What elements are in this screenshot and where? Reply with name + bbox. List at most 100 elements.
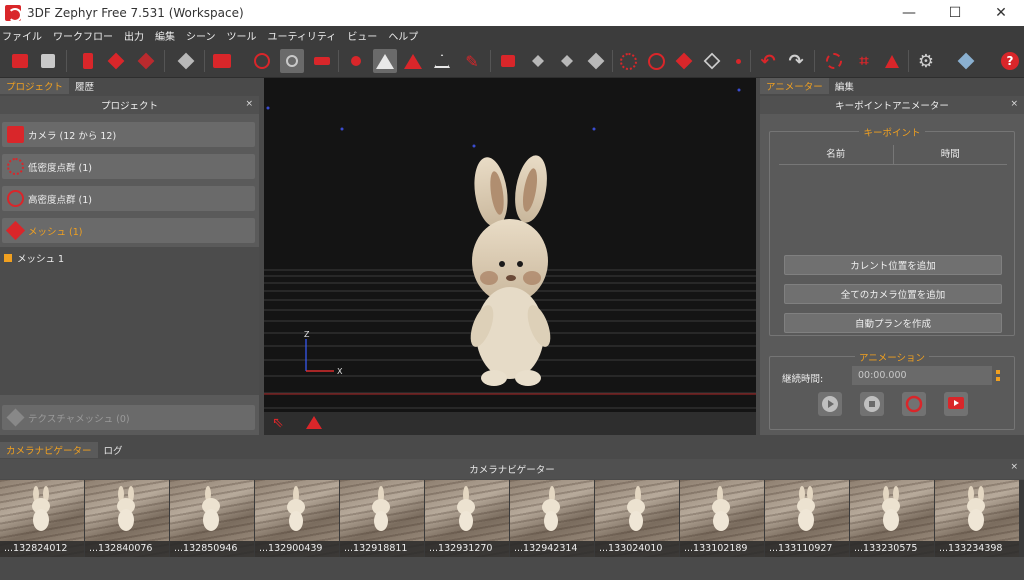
group-icon[interactable] xyxy=(584,49,608,73)
fly-icon[interactable] xyxy=(310,49,334,73)
tab-log[interactable]: ログ xyxy=(98,442,129,458)
3d-viewport[interactable]: Z X xyxy=(264,78,756,412)
camera-thumbnail[interactable]: ...132918811 xyxy=(340,480,424,557)
duration-input[interactable]: 00:00.000 xyxy=(852,366,992,385)
measure-icon[interactable] xyxy=(880,49,904,73)
brush-icon[interactable]: ✎ xyxy=(460,49,484,73)
record-video-button[interactable] xyxy=(944,392,968,416)
thumbnail-label: ...132931270 xyxy=(425,541,509,557)
menu-help[interactable]: ヘルプ xyxy=(388,28,418,43)
thumbnail-label: ...132840076 xyxy=(85,541,169,557)
column-time[interactable]: 時間 xyxy=(892,145,1008,164)
ruler-icon[interactable] xyxy=(306,416,322,429)
duration-spinner[interactable] xyxy=(996,369,1002,383)
tab-history[interactable]: 履歴 xyxy=(69,78,100,94)
add-all-camera-positions-button[interactable]: 全てのカメラ位置を追加 xyxy=(784,284,1002,304)
tree-item-mesh-1[interactable]: メッシュ 1 xyxy=(4,251,64,265)
menu-edit[interactable]: 編集 xyxy=(155,28,175,43)
save-icon[interactable] xyxy=(36,49,60,73)
tab-edit[interactable]: 編集 xyxy=(829,78,860,94)
camera-thumbnail[interactable]: ...132824012 xyxy=(0,480,84,557)
tab-project[interactable]: プロジェクト xyxy=(0,78,70,94)
wireframe-icon[interactable] xyxy=(430,49,454,73)
camera-thumbnail[interactable]: ...133102189 xyxy=(680,480,764,557)
close-window-button[interactable]: ✕ xyxy=(978,0,1024,26)
keypoint-table-header: 名前 時間 xyxy=(779,145,1007,165)
camera-thumbnail[interactable]: ...132850946 xyxy=(170,480,254,557)
create-auto-plan-button[interactable]: 自動プランを作成 xyxy=(784,313,1002,333)
menu-scene[interactable]: シーン xyxy=(186,28,216,43)
project-item-textured-mesh[interactable]: テクスチャメッシュ (0) xyxy=(2,405,255,430)
point-cloud-icon[interactable] xyxy=(616,49,640,73)
camera-thumbnail[interactable]: ...133110927 xyxy=(765,480,849,557)
menu-utilities[interactable]: ユーティリティ xyxy=(268,28,337,43)
menu-export[interactable]: 出力 xyxy=(124,28,144,43)
project-panel: カメラ (12 から 12) 低密度点群 (1) 高密度点群 (1) メッシュ … xyxy=(0,114,259,435)
bottom-panel-tabs: カメラナビゲーター ログ xyxy=(0,442,129,458)
camera-filter-icon[interactable] xyxy=(526,49,550,73)
orbit-icon[interactable] xyxy=(250,49,274,73)
play-button[interactable] xyxy=(818,392,842,416)
camera-add-icon[interactable] xyxy=(555,49,579,73)
project-item-dense-cloud[interactable]: 高密度点群 (1) xyxy=(2,186,255,211)
menu-workflow[interactable]: ワークフロー xyxy=(53,28,113,43)
menu-file[interactable]: ファイル xyxy=(2,28,42,43)
minimize-button[interactable]: — xyxy=(886,0,932,26)
project-panel-close[interactable]: × xyxy=(245,99,253,109)
menu-view[interactable]: ビュー xyxy=(347,28,377,43)
wire-mesh-icon[interactable] xyxy=(700,49,724,73)
select-arrow-icon[interactable]: ⇖ xyxy=(272,415,284,431)
tab-animator[interactable]: アニメーター xyxy=(760,78,829,94)
menu-tools[interactable]: ツール xyxy=(227,28,257,43)
stop-button[interactable] xyxy=(860,392,884,416)
project-item-cameras[interactable]: カメラ (12 から 12) xyxy=(2,122,255,147)
project-item-mesh[interactable]: メッシュ (1) xyxy=(2,218,255,243)
screenshot-icon[interactable] xyxy=(210,49,234,73)
camera-thumbnail[interactable]: ...133024010 xyxy=(595,480,679,557)
wizard-icon[interactable] xyxy=(76,49,100,73)
texture-cube-icon[interactable] xyxy=(174,49,198,73)
settings-icon[interactable]: ⚙ xyxy=(914,49,938,73)
sparse-cloud-icon xyxy=(7,158,24,175)
camera-thumbnail[interactable]: ...132942314 xyxy=(510,480,594,557)
project-item-sparse-cloud[interactable]: 低密度点群 (1) xyxy=(2,154,255,179)
stop-icon xyxy=(864,396,880,412)
cube-view-icon[interactable] xyxy=(954,49,978,73)
dense-globe-icon[interactable] xyxy=(644,49,668,73)
camera-thumbnail[interactable]: ...132931270 xyxy=(425,480,509,557)
mesh-cube-icon[interactable] xyxy=(104,49,128,73)
tab-camera-navigator[interactable]: カメラナビゲーター xyxy=(0,442,98,458)
camera-thumbnail[interactable]: ...133230575 xyxy=(850,480,934,557)
camera-thumbnail[interactable]: ...132900439 xyxy=(255,480,339,557)
open-project-icon[interactable] xyxy=(8,49,32,73)
column-name[interactable]: 名前 xyxy=(779,145,893,164)
maximize-button[interactable]: ☐ xyxy=(932,0,978,26)
undo-icon[interactable]: ↶ xyxy=(756,49,780,73)
camera-navigator-close[interactable]: × xyxy=(1010,462,1018,472)
transform-icon[interactable] xyxy=(822,49,846,73)
help-icon[interactable]: ? xyxy=(998,49,1022,73)
video-camera-icon[interactable] xyxy=(496,49,520,73)
status-bar xyxy=(0,557,1024,580)
crop-icon[interactable]: ⌗ xyxy=(852,49,876,73)
project-panel-header: プロジェクト × xyxy=(0,96,259,114)
mesh-toggle-icon[interactable] xyxy=(672,49,696,73)
loop-button[interactable] xyxy=(902,392,926,416)
thumbnail-image xyxy=(117,486,135,531)
mesh-icon xyxy=(5,220,26,241)
animator-panel-close[interactable]: × xyxy=(1010,99,1018,109)
cube-gray-icon[interactable] xyxy=(134,49,158,73)
project-item-label: 低密度点群 (1) xyxy=(28,162,92,174)
camera-icon xyxy=(7,126,24,143)
add-current-position-button[interactable]: カレント位置を追加 xyxy=(784,255,1002,275)
solid-shading-icon[interactable] xyxy=(373,49,397,73)
pan-icon[interactable] xyxy=(280,49,304,73)
keypoint-group: キーポイント 名前 時間 xyxy=(769,128,1015,336)
light-icon[interactable] xyxy=(344,49,368,73)
point-icon[interactable] xyxy=(726,49,750,73)
texture-shading-icon[interactable] xyxy=(401,49,425,73)
camera-thumbnail[interactable]: ...133234398 xyxy=(935,480,1019,557)
camera-thumbnail[interactable]: ...132840076 xyxy=(85,480,169,557)
redo-icon[interactable]: ↷ xyxy=(784,49,808,73)
camera-thumbnails: ...132824012 ...132840076 ...132850946 .… xyxy=(0,480,1024,557)
